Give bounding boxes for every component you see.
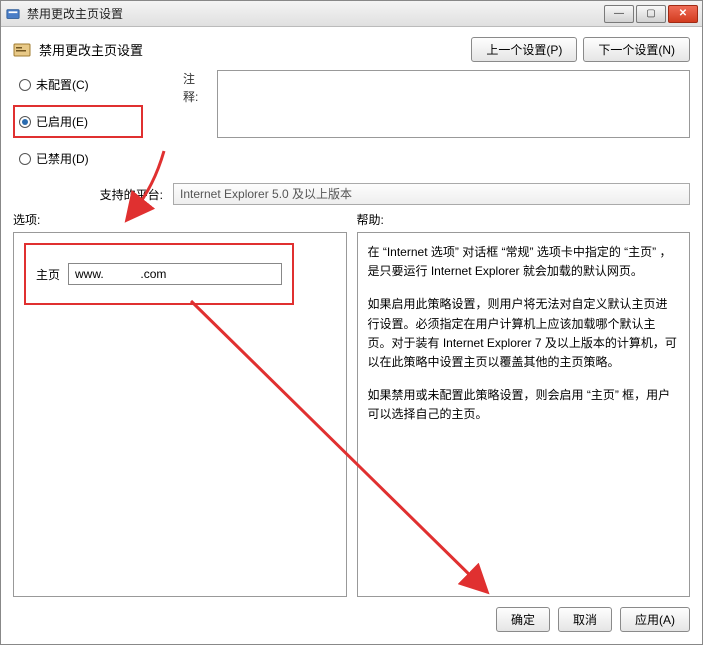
notes-label: 注释: — [183, 70, 209, 138]
help-paragraph: 在 “Internet 选项” 对话框 “常规” 选项卡中指定的 “主页” ，是… — [368, 243, 680, 281]
page-title: 禁用更改主页设置 — [39, 40, 143, 59]
radio-label: 未配置(C) — [36, 76, 89, 93]
ok-button[interactable]: 确定 — [496, 607, 550, 632]
options-highlight: 主页 — [24, 243, 294, 305]
options-panel: 主页 — [13, 232, 347, 597]
app-icon — [5, 6, 21, 22]
cancel-button[interactable]: 取消 — [558, 607, 612, 632]
radio-label: 已禁用(D) — [36, 150, 89, 167]
radio-icon — [19, 116, 31, 128]
platform-value: Internet Explorer 5.0 及以上版本 — [173, 183, 690, 205]
close-button[interactable]: ✕ — [668, 5, 698, 23]
prev-setting-button[interactable]: 上一个设置(P) — [471, 37, 577, 62]
state-radio-group: 未配置(C) 已启用(E) 已禁用(D) — [13, 74, 173, 169]
maximize-button[interactable]: ▢ — [636, 5, 666, 23]
help-paragraph: 如果启用此策略设置，则用户将无法对自定义默认主页进行设置。必须指定在用户计算机上… — [368, 295, 680, 372]
radio-icon — [19, 79, 31, 91]
radio-label: 已启用(E) — [36, 113, 88, 130]
window-title: 禁用更改主页设置 — [27, 5, 604, 22]
policy-icon — [13, 41, 31, 59]
radio-not-configured[interactable]: 未配置(C) — [13, 74, 173, 95]
radio-enabled[interactable]: 已启用(E) — [13, 105, 143, 138]
apply-button[interactable]: 应用(A) — [620, 607, 690, 632]
minimize-button[interactable]: — — [604, 5, 634, 23]
next-setting-button[interactable]: 下一个设置(N) — [583, 37, 690, 62]
radio-icon — [19, 153, 31, 165]
dialog-window: 禁用更改主页设置 — ▢ ✕ 禁用更改主页设置 上一个设置(P) 下一个设置(N… — [0, 0, 703, 645]
help-paragraph: 如果禁用或未配置此策略设置，则会启用 “主页” 框，用户可以选择自己的主页。 — [368, 386, 680, 424]
homepage-input[interactable] — [68, 263, 282, 285]
homepage-label: 主页 — [36, 266, 60, 283]
help-panel: 在 “Internet 选项” 对话框 “常规” 选项卡中指定的 “主页” ，是… — [357, 232, 691, 597]
options-label: 选项: — [13, 211, 347, 228]
platform-label: 支持的平台: — [13, 186, 163, 203]
notes-textarea[interactable] — [217, 70, 690, 138]
titlebar: 禁用更改主页设置 — ▢ ✕ — [1, 1, 702, 27]
radio-disabled[interactable]: 已禁用(D) — [13, 148, 173, 169]
help-label: 帮助: — [357, 211, 691, 228]
